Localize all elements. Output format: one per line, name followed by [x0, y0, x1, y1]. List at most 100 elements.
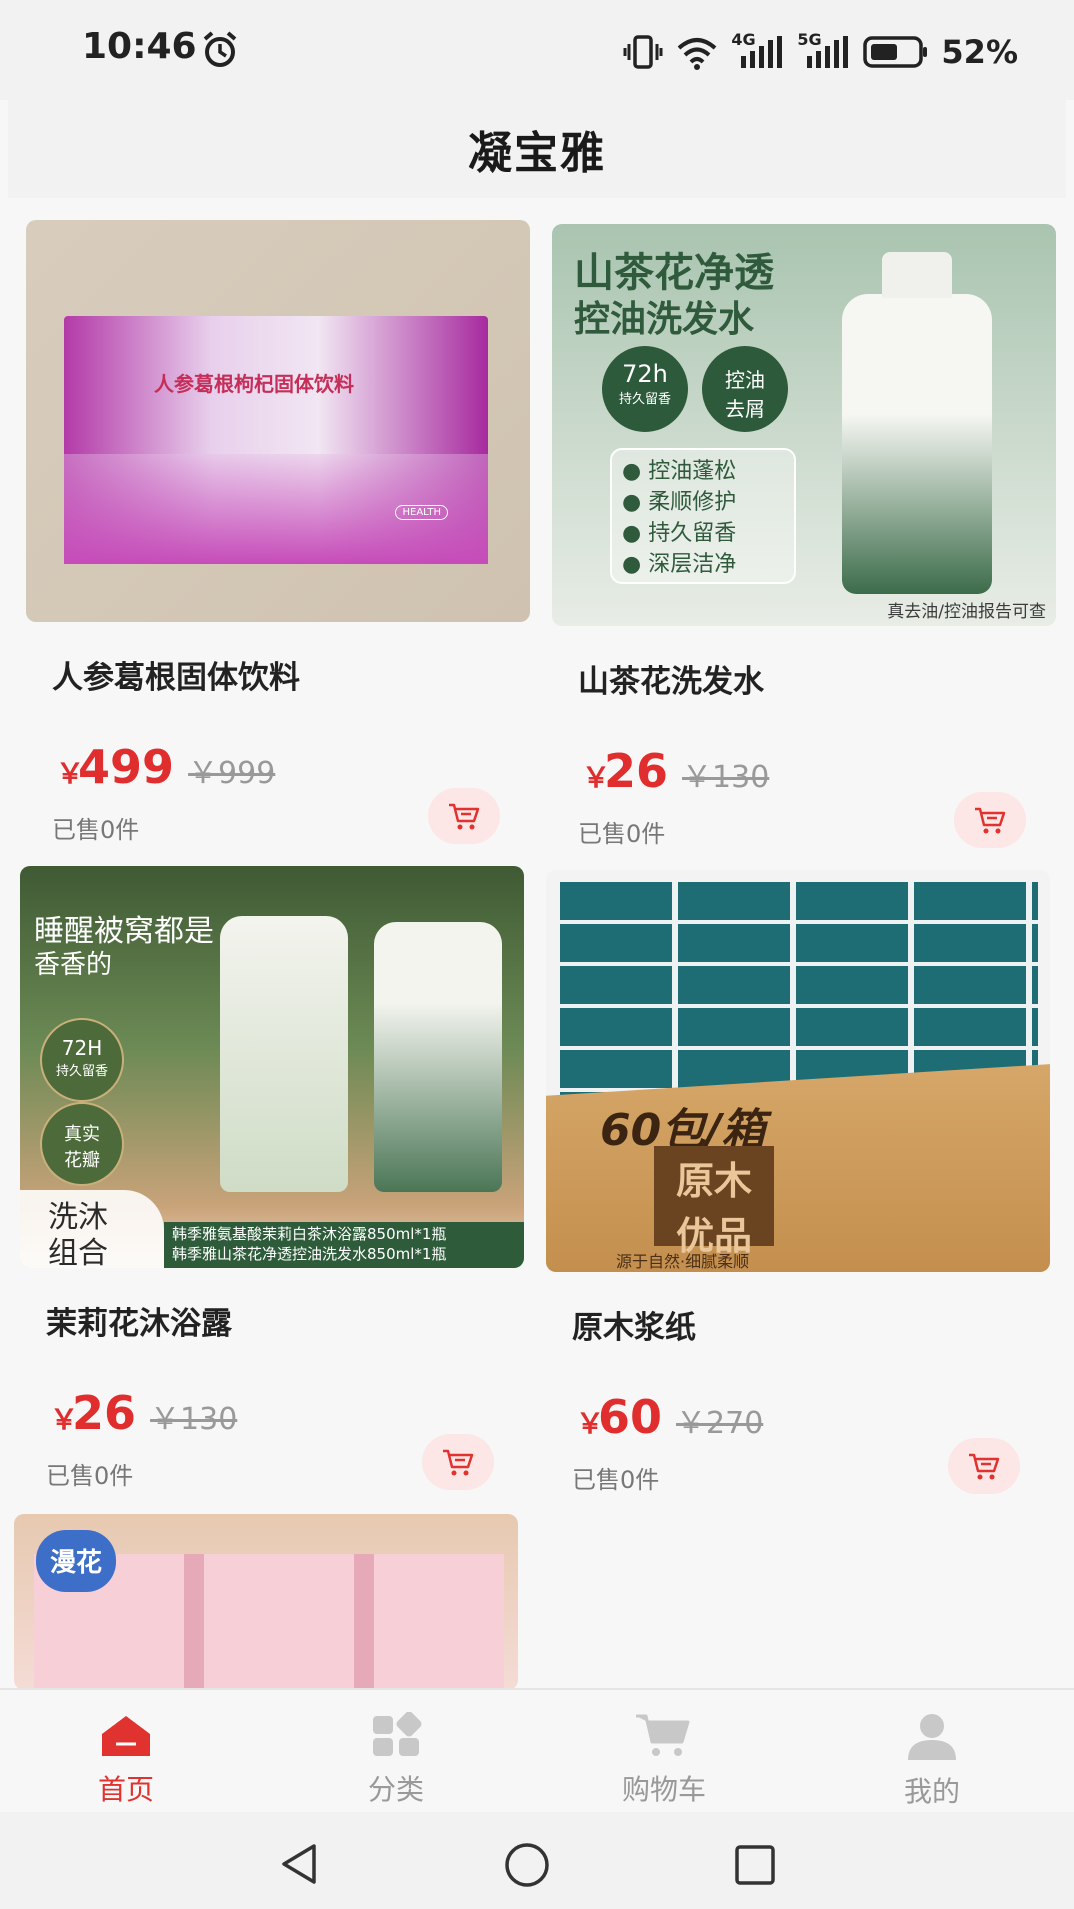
product-card[interactable]: 漫花	[14, 1514, 518, 1688]
badge-text: 真实	[64, 1124, 100, 1145]
badge-text: 72H	[61, 1036, 103, 1060]
signal-4g-icon: 4G	[731, 30, 785, 70]
sold-count: 已售0件	[52, 816, 140, 844]
wifi-icon	[678, 38, 717, 70]
feature-item: ● 控油蓬松	[622, 459, 737, 484]
add-to-cart-button[interactable]	[422, 1434, 494, 1490]
add-to-cart-button[interactable]	[948, 1438, 1020, 1494]
tab-home[interactable]: 首页	[46, 1712, 206, 1808]
tissue-stack	[560, 882, 1038, 1102]
sold-count: 已售0件	[46, 1462, 134, 1490]
sold-count: 已售0件	[572, 1466, 660, 1494]
box-logo: 原木 优品	[654, 1146, 774, 1258]
price-row: ￥60 ￥270	[576, 1390, 763, 1450]
sold-count: 已售0件	[578, 820, 666, 848]
cart-icon	[969, 1453, 1000, 1480]
tab-label: 购物车	[621, 1773, 706, 1806]
product-card[interactable]: 人参葛根枸杞固体饮料 HEALTH 人参葛根固体饮料 ￥499 ￥999 已售0…	[26, 220, 530, 844]
price-row: ￥26 ￥130	[50, 1386, 237, 1446]
system-nav-bar	[0, 1812, 1074, 1909]
product-price: 499	[78, 740, 175, 794]
product-price: 60	[598, 1390, 663, 1444]
home-icon	[102, 1716, 150, 1756]
product-image[interactable]: 人参葛根枸杞固体饮料 HEALTH	[26, 220, 530, 622]
bottle-1	[220, 916, 348, 1192]
tab-label: 我的	[903, 1775, 960, 1808]
product-name[interactable]: 山茶花洗发水	[578, 656, 764, 701]
page-header: 凝宝雅	[8, 100, 1066, 198]
signal-5g-icon: 5G	[797, 30, 851, 70]
status-time: 10:46	[82, 26, 197, 67]
shopping-cart-icon	[636, 1714, 690, 1756]
battery-percent: 52%	[941, 33, 1018, 71]
product-image[interactable]: 漫花	[14, 1514, 518, 1688]
feature-item: ● 深层洁净	[622, 552, 737, 577]
combo-description: 韩季雅氨基酸茉莉白茶沐浴露850ml*1瓶 韩季雅山茶花净透控油洗发水850ml…	[164, 1222, 524, 1268]
product-grid[interactable]: 人参葛根枸杞固体饮料 HEALTH 人参葛根固体饮料 ￥499 ￥999 已售0…	[0, 198, 1074, 1688]
user-icon	[908, 1714, 956, 1760]
badge-text: 花瓣	[64, 1150, 100, 1171]
box-title: 人参葛根枸杞固体饮料	[154, 372, 354, 396]
brand-text: 漫花	[49, 1548, 102, 1578]
add-to-cart-button[interactable]	[954, 792, 1026, 848]
tab-label: 首页	[97, 1773, 154, 1806]
original-price: ￥130	[682, 760, 770, 795]
badge-text: 持久留香	[55, 1064, 108, 1079]
badge-text: 去屑	[725, 397, 765, 421]
category-icon	[373, 1711, 422, 1756]
tab-cart[interactable]: 购物车	[584, 1712, 744, 1808]
status-bar: 10:46 4G 5G 52%	[0, 0, 1074, 100]
combo-label: 洗沐 组合	[20, 1190, 164, 1268]
badge-real-petals: 真实 花瓣	[40, 1102, 124, 1186]
badge-oil-control: 控油 去屑	[702, 346, 788, 432]
bottle-pump	[882, 252, 952, 298]
original-price: ￥130	[150, 1402, 238, 1437]
product-card[interactable]: 山茶花净透 控油洗发水 72h 持久留香 控油 去屑 ● 控油蓬松 ● 柔顺修护…	[552, 224, 1056, 848]
bottle-2	[374, 922, 502, 1192]
price-row: ￥26 ￥130	[582, 744, 769, 804]
alarm-icon	[203, 31, 237, 67]
original-price: ￥999	[188, 756, 276, 791]
product-card[interactable]: 60包/箱 原木 优品 源于自然·细腻柔顺 原木浆纸 ￥60 ￥270 已售0件	[546, 870, 1050, 1494]
img-title-2: 控油洗发水	[574, 299, 755, 340]
badge-72h: 72H 持久留香	[40, 1018, 124, 1102]
badge-text: 持久留香	[618, 392, 671, 407]
brand-badge: 漫花	[36, 1530, 116, 1592]
box-slogan: 源于自然·细腻柔顺	[616, 1252, 750, 1271]
tissue-rows	[560, 882, 1038, 1102]
battery-icon	[863, 36, 928, 68]
box-brand: HEALTH	[395, 505, 448, 520]
combo-text: 组合	[48, 1236, 108, 1268]
original-price: ￥270	[676, 1406, 764, 1441]
product-image[interactable]: 60包/箱 原木 优品 源于自然·细腻柔顺	[546, 870, 1050, 1272]
product-name[interactable]: 人参葛根固体饮料	[52, 652, 300, 697]
product-image[interactable]: 睡醒被窝都是 香香的 72H 持久留香 真实 花瓣 洗沐 组合 韩季雅氨基酸茉莉…	[20, 866, 524, 1268]
product-price: 26	[72, 1386, 137, 1440]
home-circle-icon[interactable]	[504, 1842, 550, 1888]
product-name[interactable]: 原木浆纸	[572, 1302, 696, 1347]
tab-category[interactable]: 分类	[316, 1711, 476, 1808]
recent-apps-icon[interactable]	[734, 1844, 776, 1886]
badge-72h: 72h 持久留香	[602, 346, 688, 432]
back-icon[interactable]	[278, 1842, 322, 1886]
product-price: 26	[604, 744, 669, 798]
product-card[interactable]: 睡醒被窝都是 香香的 72H 持久留香 真实 花瓣 洗沐 组合 韩季雅氨基酸茉莉…	[20, 866, 524, 1490]
bottle	[842, 294, 992, 594]
product-name[interactable]: 茉莉花沐浴露	[46, 1298, 232, 1343]
tab-profile[interactable]: 我的	[852, 1712, 1012, 1810]
badge-text: 控油	[725, 368, 765, 392]
box-logo-text: 原木	[675, 1159, 752, 1203]
feature-item: ● 持久留香	[622, 521, 737, 546]
add-to-cart-button[interactable]	[428, 788, 500, 844]
product-image[interactable]: 山茶花净透 控油洗发水 72h 持久留香 控油 去屑 ● 控油蓬松 ● 柔顺修护…	[552, 224, 1056, 626]
combo-line: 韩季雅氨基酸茉莉白茶沐浴露850ml*1瓶	[172, 1225, 447, 1243]
combo-line: 韩季雅山茶花净透控油洗发水850ml*1瓶	[172, 1245, 447, 1263]
product-box: 人参葛根枸杞固体饮料 HEALTH	[64, 316, 488, 564]
page-title: 凝宝雅	[468, 128, 606, 179]
tab-label: 分类	[367, 1773, 424, 1806]
cart-icon	[975, 807, 1006, 834]
img-footer: 真去油/控油报告可查	[887, 602, 1046, 622]
badge-text: 72h	[622, 360, 668, 388]
img-title-2: 香香的	[34, 950, 113, 980]
vibrate-icon	[623, 35, 663, 69]
